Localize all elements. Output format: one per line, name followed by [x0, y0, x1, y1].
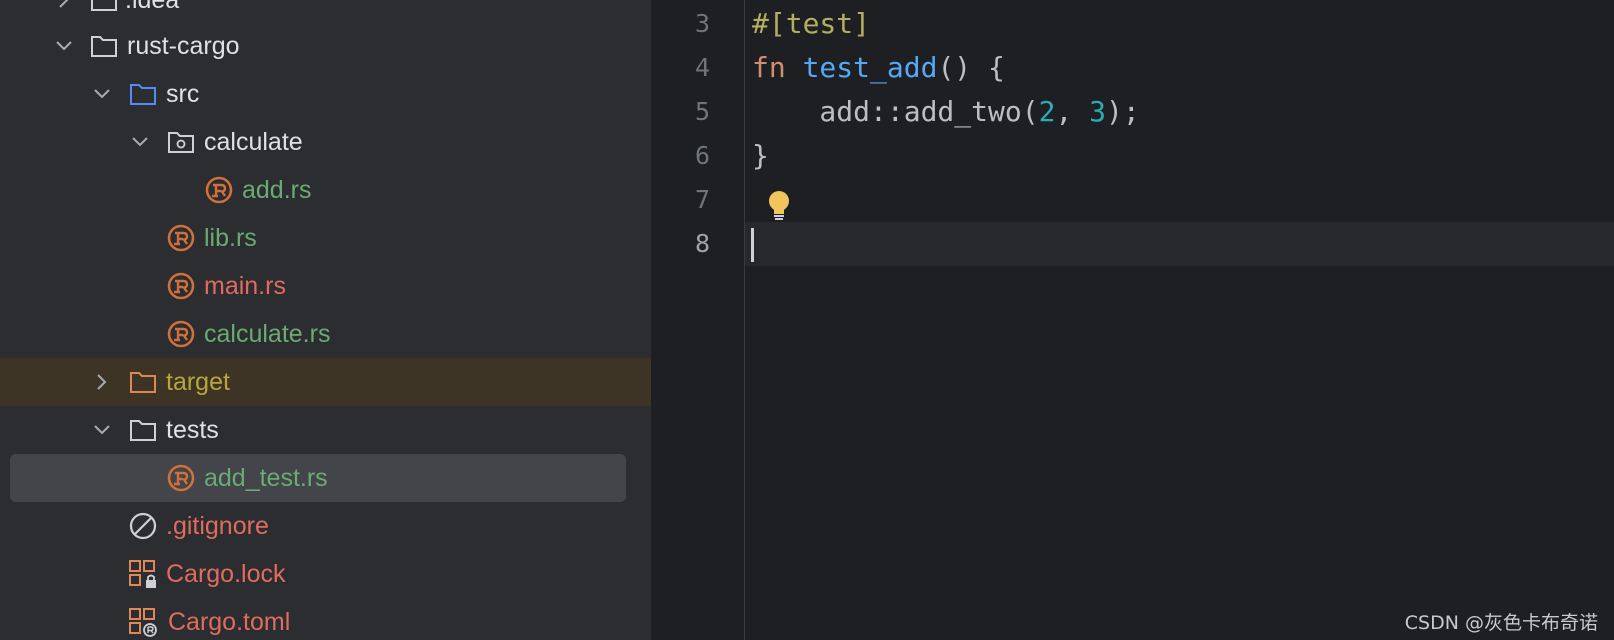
code-line[interactable]: #[test] — [752, 2, 870, 46]
folder-icon — [89, 0, 119, 15]
ignore-file-icon — [128, 511, 158, 541]
chevron-right-icon[interactable] — [92, 372, 112, 392]
lightbulb-icon[interactable] — [766, 190, 792, 222]
tree-item-label: lib.rs — [204, 223, 257, 252]
tree-item-label: tests — [166, 415, 219, 444]
tree-item-gitignore[interactable]: .gitignore — [0, 502, 651, 550]
tree-item-label: main.rs — [204, 271, 286, 300]
code-token: , — [1055, 95, 1090, 128]
chevron-right-icon[interactable] — [54, 0, 74, 10]
keyword-token: fn — [752, 51, 786, 84]
tree-item-label: .gitignore — [166, 511, 269, 540]
tree-item-lib-rs[interactable]: lib.rs — [0, 214, 651, 262]
tree-item-target[interactable]: target — [0, 358, 651, 406]
line-number: 5 — [694, 97, 710, 126]
tree-item-cargo-lock[interactable]: Cargo.lock — [0, 550, 651, 598]
folder-icon — [89, 31, 119, 61]
code-line[interactable]: add::add_two(2, 3); — [752, 90, 1140, 134]
source-folder-icon — [128, 79, 158, 109]
folder-icon — [128, 415, 158, 445]
tree-item-label: add_test.rs — [204, 463, 328, 492]
line-number: 7 — [694, 185, 710, 214]
tree-item-cargo-toml[interactable]: Cargo.toml — [0, 598, 651, 640]
excluded-folder-icon — [128, 367, 158, 397]
current-line-highlight — [652, 222, 1614, 266]
tree-item-idea[interactable]: .idea — [0, 0, 651, 24]
tree-item-calculate[interactable]: calculate — [0, 118, 651, 166]
tree-item-label: calculate — [204, 127, 303, 156]
tree-item-label: Cargo.toml — [168, 607, 291, 636]
code-line[interactable]: fn test_add() { — [752, 46, 1005, 90]
rust-file-icon — [166, 223, 196, 253]
line-number-current: 8 — [694, 229, 710, 258]
text-caret — [751, 228, 754, 262]
chevron-down-icon[interactable] — [54, 36, 74, 56]
project-tree: .idea rust-cargo src — [0, 0, 652, 640]
number-token: 2 — [1038, 95, 1056, 128]
tree-item-label: add.rs — [242, 175, 312, 204]
line-number-gutter[interactable]: 3 4 5 6 7 8 — [652, 0, 745, 640]
chevron-down-icon[interactable] — [92, 420, 112, 440]
tree-item-add-rs[interactable]: add.rs — [0, 166, 651, 214]
attribute-token: #[test] — [752, 7, 871, 40]
cargo-lock-icon — [128, 559, 158, 589]
code-token: } — [752, 139, 769, 172]
line-number: 6 — [694, 141, 710, 170]
ide-window: .idea rust-cargo src — [0, 0, 1614, 640]
cargo-toml-icon — [128, 607, 158, 637]
tree-item-tests[interactable]: tests — [0, 406, 651, 454]
tree-item-label: target — [166, 367, 230, 396]
tree-item-main-rs[interactable]: main.rs — [0, 262, 651, 310]
line-number: 4 — [694, 53, 710, 82]
code-editor[interactable]: 3 4 5 6 7 8 #[test] fn test_add() { add:… — [652, 0, 1614, 640]
code-token: ); — [1106, 95, 1140, 128]
tree-item-src[interactable]: src — [0, 70, 651, 118]
tree-item-add-test-rs[interactable]: add_test.rs — [0, 454, 651, 502]
tree-item-label: rust-cargo — [127, 31, 240, 60]
tree-item-label: calculate.rs — [204, 319, 331, 348]
line-number: 3 — [694, 9, 710, 38]
code-token: () { — [937, 51, 1005, 84]
watermark: CSDN @灰色卡布奇诺 — [1404, 612, 1598, 634]
chevron-down-icon[interactable] — [130, 132, 150, 152]
code-token: add::add_two( — [752, 95, 1039, 128]
rust-file-icon — [166, 463, 196, 493]
rust-file-icon — [166, 271, 196, 301]
tree-item-label: .idea — [125, 0, 179, 15]
tree-item-calculate-rs[interactable]: calculate.rs — [0, 310, 651, 358]
rust-file-icon — [166, 319, 196, 349]
package-folder-icon — [166, 127, 196, 157]
tree-item-label: src — [166, 79, 200, 108]
function-name-token: test_add — [802, 51, 938, 84]
chevron-down-icon[interactable] — [92, 84, 112, 104]
number-token: 3 — [1089, 95, 1107, 128]
code-line[interactable]: } — [752, 134, 769, 178]
tree-item-rust-cargo[interactable]: rust-cargo — [0, 22, 651, 70]
rust-file-icon — [204, 175, 234, 205]
tree-item-label: Cargo.lock — [166, 559, 286, 588]
